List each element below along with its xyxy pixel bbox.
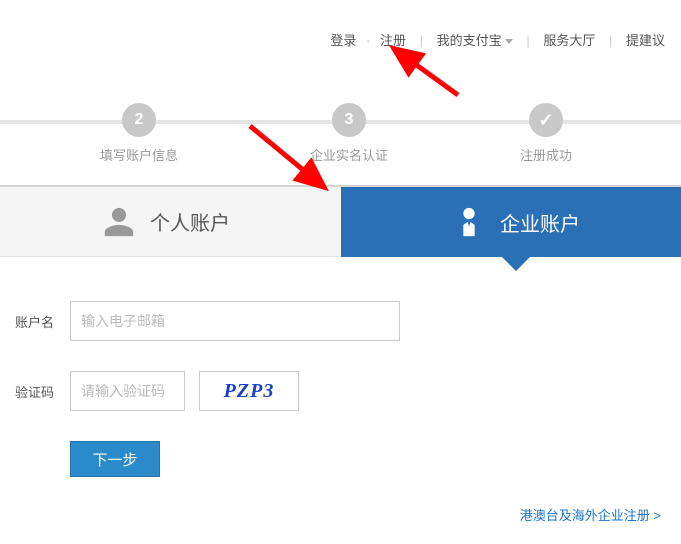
step-3-circle: 3 (332, 103, 366, 137)
nav-sep: | (416, 33, 427, 48)
my-alipay-link[interactable]: 我的支付宝 (431, 33, 519, 48)
step-2-label: 填写账户信息 (100, 145, 178, 164)
form-panel: 账户名 验证码 PZP3 下一步 港澳台及海外企业注册 > (0, 257, 681, 544)
login-link[interactable]: 登录 (324, 33, 362, 48)
annotation-arrow-1 (378, 40, 468, 100)
feedback-link[interactable]: 提建议 (620, 33, 671, 48)
step-3-label: 企业实名认证 (310, 145, 388, 164)
step-3: 3 企业实名认证 (310, 103, 388, 164)
captcha-label: 验证码 (15, 382, 70, 401)
tab-personal[interactable]: 个人账户 (0, 187, 341, 257)
overseas-register-link[interactable]: 港澳台及海外企业注册 > (520, 505, 661, 524)
top-nav: 登录 · 注册 | 我的支付宝 | 服务大厅 | 提建议 (324, 30, 671, 49)
my-alipay-label: 我的支付宝 (437, 33, 502, 48)
account-input[interactable] (70, 301, 400, 341)
nav-sep: | (522, 33, 533, 48)
service-hall-link[interactable]: 服务大厅 (537, 33, 601, 48)
business-person-icon (452, 205, 486, 239)
account-type-tabs: 个人账户 企业账户 (0, 185, 681, 257)
person-icon (102, 205, 136, 239)
register-link[interactable]: 注册 (374, 33, 412, 48)
captcha-row: 验证码 PZP3 (15, 371, 667, 411)
step-4: 注册成功 (520, 103, 572, 164)
nav-dash: · (366, 33, 370, 48)
step-4-label: 注册成功 (520, 145, 572, 164)
account-label: 账户名 (15, 312, 70, 331)
step-4-check-icon (529, 103, 563, 137)
captcha-input[interactable] (70, 371, 185, 411)
tab-personal-label: 个人账户 (150, 207, 230, 236)
next-button[interactable]: 下一步 (70, 441, 160, 477)
step-2-circle: 2 (122, 103, 156, 137)
register-form: 账户名 验证码 PZP3 下一步 (15, 301, 667, 477)
tab-corporate[interactable]: 企业账户 (341, 187, 681, 257)
chevron-down-icon (505, 39, 513, 44)
account-row: 账户名 (15, 301, 667, 341)
captcha-image[interactable]: PZP3 (199, 371, 299, 411)
tab-corporate-label: 企业账户 (500, 208, 580, 237)
step-indicator: 2 填写账户信息 3 企业实名认证 注册成功 (0, 103, 681, 163)
nav-sep: | (605, 33, 616, 48)
step-2: 2 填写账户信息 (100, 103, 178, 164)
